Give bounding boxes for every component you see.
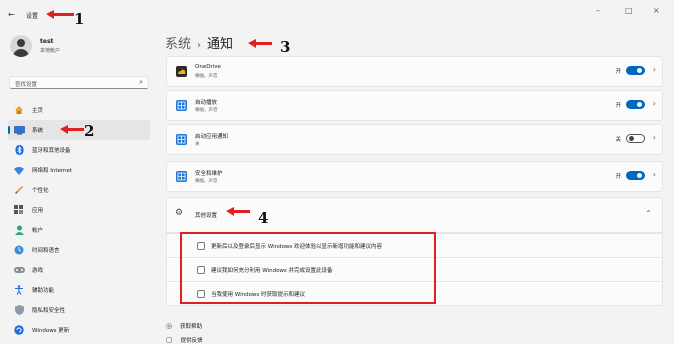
feedback-icon: ▢ <box>166 336 173 344</box>
link-label: 获取帮助 <box>180 324 203 330</box>
autoplay-icon <box>176 100 187 111</box>
notification-row-security-maintenance[interactable]: 安全和维护 横幅，声音 开 › <box>166 161 663 192</box>
annotation-number-1: 1 <box>74 10 85 28</box>
sidebar-item-label: 主页 <box>32 108 44 114</box>
chevron-up-icon[interactable]: ⌃ <box>645 209 652 218</box>
toggle-state-label: 关 <box>615 137 621 143</box>
notification-row-startup-apps[interactable]: 启动应用通知 关 关 › <box>166 124 663 155</box>
notification-row-onedrive[interactable]: OneDrive 横幅，声音 开 › <box>166 56 663 87</box>
chevron-right-icon: › <box>652 99 656 108</box>
sidebar-item-label: 游戏 <box>32 268 44 274</box>
gamepad-icon <box>13 264 25 276</box>
user-name: test <box>40 38 54 45</box>
search-icon: ⌕ <box>139 78 143 86</box>
app-name: 自动播放 <box>195 100 218 106</box>
sidebar-item-label: 个性化 <box>32 188 49 194</box>
user-account-type: 本地帐户 <box>40 48 61 54</box>
bluetooth-icon <box>13 144 25 156</box>
chevron-right-icon: › <box>652 65 656 74</box>
globe-clock-icon <box>13 244 25 256</box>
startup-apps-icon <box>176 134 187 145</box>
app-notification-style: 横幅，声音 <box>195 108 218 113</box>
account-icon <box>13 224 25 236</box>
chevron-right-icon: › <box>652 133 656 142</box>
toggle-state-label: 开 <box>615 103 621 109</box>
annotation-arrow-4 <box>226 207 250 216</box>
sidebar-item-time-language[interactable]: 时间和语言 <box>8 240 150 260</box>
close-button[interactable]: × <box>653 6 660 15</box>
sidebar-item-network[interactable]: 网络和 Internet <box>8 160 150 180</box>
breadcrumb-parent[interactable]: 系统 <box>165 37 191 52</box>
toggle-state-label: 开 <box>615 174 621 180</box>
sidebar-item-home[interactable]: 主页 <box>8 100 150 120</box>
wifi-icon <box>13 164 25 176</box>
app-notification-style: 关 <box>195 142 200 147</box>
sidebar-item-label: 蓝牙和其他设备 <box>32 148 71 154</box>
minimize-button[interactable]: – <box>596 6 600 15</box>
breadcrumb: 系统 › 通知 <box>165 33 233 52</box>
get-help-link[interactable]: ◎ 获取帮助 <box>166 322 202 330</box>
annotation-number-3: 3 <box>280 38 291 56</box>
accessibility-icon <box>13 284 25 296</box>
toggle-switch[interactable] <box>626 66 645 75</box>
sidebar-item-accounts[interactable]: 帐户 <box>8 220 150 240</box>
page-title: 通知 <box>207 37 234 52</box>
app-notification-style: 横幅，声音 <box>195 74 218 79</box>
toggle-switch[interactable] <box>626 100 645 109</box>
sidebar-item-label: 应用 <box>32 208 44 214</box>
link-label: 提供反馈 <box>180 338 203 344</box>
toggle-switch[interactable] <box>626 134 645 143</box>
breadcrumb-separator: › <box>197 40 202 51</box>
annotation-arrow-3 <box>248 39 272 48</box>
sidebar-item-label: 系统 <box>32 128 44 134</box>
avatar[interactable] <box>10 35 32 57</box>
brush-icon <box>13 184 25 196</box>
apps-icon <box>13 204 25 216</box>
maximize-button[interactable]: □ <box>625 6 633 15</box>
sidebar-item-label: Windows 更新 <box>32 328 70 334</box>
sidebar-item-accessibility[interactable]: 辅助功能 <box>8 280 150 300</box>
app-name: OneDrive <box>195 64 221 70</box>
sidebar-item-apps[interactable]: 应用 <box>8 200 150 220</box>
home-icon <box>13 104 25 116</box>
sidebar-item-gaming[interactable]: 游戏 <box>8 260 150 280</box>
app-name: 启动应用通知 <box>195 134 229 140</box>
sidebar-item-windows-update[interactable]: Windows 更新 <box>8 320 150 340</box>
help-icon: ◎ <box>166 322 173 330</box>
sidebar-item-label: 网络和 Internet <box>32 168 73 174</box>
security-maintenance-icon <box>176 171 187 182</box>
search-input[interactable]: 查找设置 ⌕ <box>9 76 149 89</box>
chevron-right-icon: › <box>652 170 656 179</box>
onedrive-icon <box>176 66 187 77</box>
system-icon <box>13 124 25 136</box>
sidebar-item-personalization[interactable]: 个性化 <box>8 180 150 200</box>
sidebar-item-label: 时间和语言 <box>32 248 60 254</box>
toggle-state-label: 开 <box>615 69 621 75</box>
sidebar-item-privacy[interactable]: 隐私和安全性 <box>8 300 150 320</box>
annotation-highlight-box <box>180 232 436 304</box>
gear-icon: ⚙ <box>175 208 184 218</box>
app-notification-style: 横幅，声音 <box>195 179 218 184</box>
search-placeholder: 查找设置 <box>15 82 38 88</box>
sidebar-item-label: 隐私和安全性 <box>32 308 66 314</box>
annotation-arrow-1 <box>46 10 74 19</box>
window-title: 设置 <box>26 13 39 20</box>
sidebar-nav: 主页 系统 蓝牙和其他设备 网络和 Internet 个性化 应用 帐户 时间和… <box>8 100 150 340</box>
toggle-switch[interactable] <box>626 171 645 180</box>
notification-row-autoplay[interactable]: 自动播放 横幅，声音 开 › <box>166 90 663 121</box>
windows-update-icon <box>13 324 25 336</box>
sidebar-item-label: 辅助功能 <box>32 288 55 294</box>
annotation-number-4: 4 <box>258 209 269 227</box>
back-button[interactable]: ← <box>8 10 15 19</box>
annotation-arrow-2 <box>60 125 84 134</box>
other-settings-label: 其他设置 <box>195 213 218 219</box>
annotation-number-2: 2 <box>84 122 95 140</box>
sidebar-item-label: 帐户 <box>32 228 44 234</box>
sidebar-item-bluetooth[interactable]: 蓝牙和其他设备 <box>8 140 150 160</box>
app-name: 安全和维护 <box>195 171 223 177</box>
shield-icon <box>13 304 25 316</box>
give-feedback-link[interactable]: ▢ 提供反馈 <box>166 336 203 344</box>
